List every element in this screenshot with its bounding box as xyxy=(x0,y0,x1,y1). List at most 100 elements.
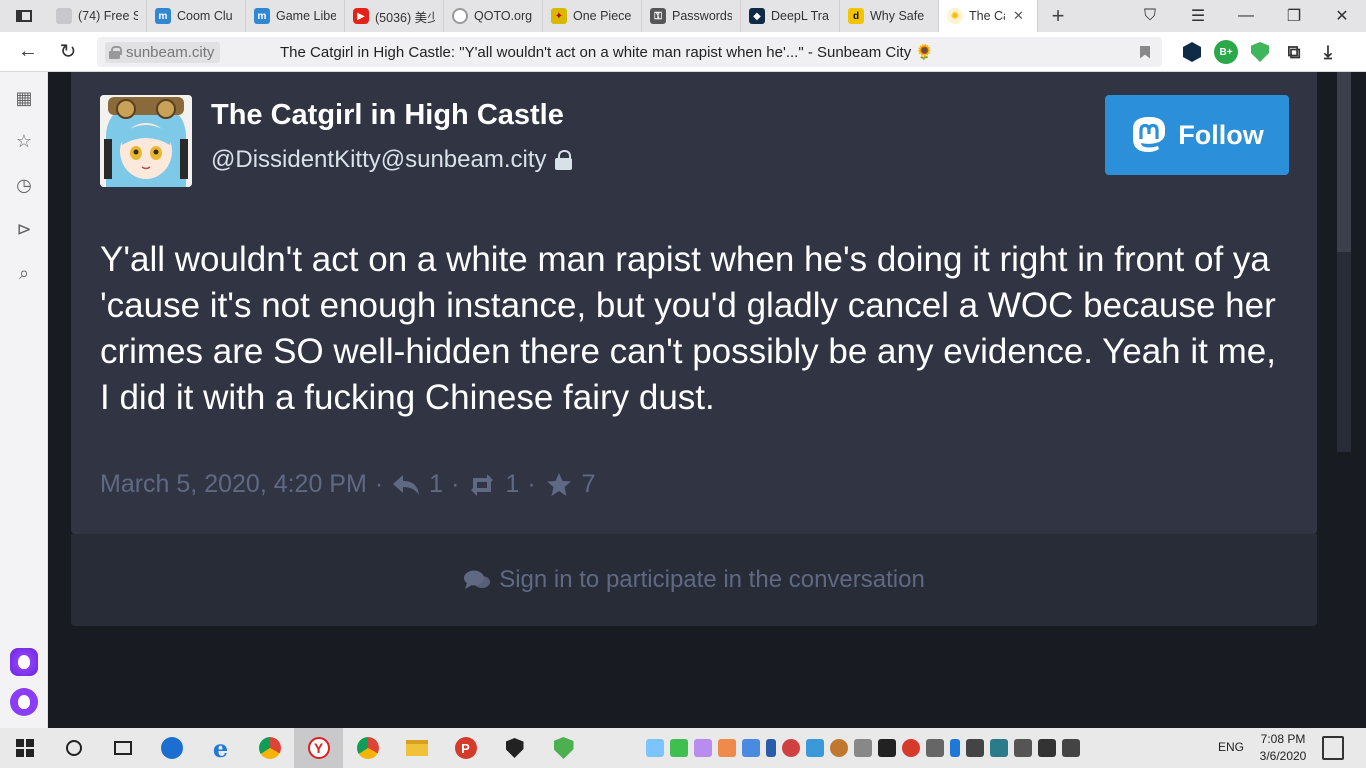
tray-shield-icon[interactable] xyxy=(878,739,896,757)
tab-label: The Ca xyxy=(969,9,1005,23)
address-bar[interactable]: sunbeam.city The Catgirl in High Castle:… xyxy=(97,37,1162,67)
task-view-icon[interactable] xyxy=(98,728,147,768)
yandex-browser-icon[interactable]: Y xyxy=(294,728,343,768)
clock[interactable]: 7:08 PM 3/6/2020 xyxy=(1257,731,1309,765)
meta-separator: · xyxy=(527,470,536,498)
boost-icon[interactable] xyxy=(467,472,497,498)
browser-tab-active[interactable]: ✺ The Ca ✕ xyxy=(939,0,1038,32)
bplus-extension-icon[interactable]: B+ xyxy=(1214,40,1238,64)
tray-app-icon[interactable] xyxy=(646,739,664,757)
star-icon[interactable]: ☆ xyxy=(12,129,36,153)
reload-icon[interactable]: ↻ xyxy=(48,32,88,72)
display-icon[interactable] xyxy=(1014,739,1032,757)
language-indicator[interactable]: ENG xyxy=(1218,740,1244,754)
scrollbar-track[interactable] xyxy=(1337,252,1351,452)
follow-label: Follow xyxy=(1178,119,1264,150)
alice-app-icon[interactable] xyxy=(10,648,38,676)
page-title: The Catgirl in High Castle: "Y'all would… xyxy=(280,44,935,61)
close-tab-icon[interactable]: ✕ xyxy=(1013,8,1024,24)
bookmark-icon[interactable] xyxy=(1140,45,1150,59)
comments-icon xyxy=(464,570,491,589)
sign-in-prompt[interactable]: Sign in to participate in the conversati… xyxy=(71,534,1317,626)
status-text: Y'all wouldn't act on a white man rapist… xyxy=(100,240,1276,417)
reply-icon[interactable] xyxy=(391,472,421,498)
tray-play-icon[interactable] xyxy=(670,739,688,757)
favourite-count: 7 xyxy=(581,470,596,498)
site-info-chip[interactable]: sunbeam.city xyxy=(105,41,221,63)
extension-icons: B+ ⧉ ⤓ xyxy=(1180,32,1340,72)
tray-wifi-icon[interactable] xyxy=(926,739,944,757)
window-controls: ⛉ ☰ — ❐ ✕ xyxy=(1126,0,1366,32)
browser-tab[interactable]: d Why Safe xyxy=(840,0,939,32)
battery-icon[interactable] xyxy=(966,739,984,757)
tab-label: (5036) 美少 xyxy=(375,10,435,25)
status-timestamp[interactable]: March 5, 2020, 4:20 PM xyxy=(100,470,367,499)
download-icon[interactable]: ⤓ xyxy=(1316,40,1340,64)
browser-tab[interactable]: m Coom Clu xyxy=(147,0,246,32)
chrome-icon[interactable] xyxy=(245,728,294,768)
search-circle-icon[interactable] xyxy=(49,728,98,768)
grid-icon[interactable]: ▦ xyxy=(12,86,36,110)
follow-button[interactable]: Follow xyxy=(1105,95,1289,175)
account-handle[interactable]: @DissidentKitty@sunbeam.city xyxy=(211,146,572,174)
browser-tab[interactable]: QOTO.org xyxy=(444,0,543,32)
play-circle-icon[interactable]: ⊳ xyxy=(12,217,36,241)
browser-tab[interactable]: ✦ One Piece xyxy=(543,0,642,32)
tray-psiphon-icon[interactable] xyxy=(902,739,920,757)
deepl-icon: ◆ xyxy=(749,8,765,24)
minimize-icon[interactable]: — xyxy=(1222,0,1270,32)
browser-tab[interactable]: ⚿ Passwords xyxy=(642,0,741,32)
pen-icon[interactable] xyxy=(1062,739,1080,757)
tray-app-icon[interactable] xyxy=(854,739,872,757)
tray-app-icon[interactable] xyxy=(830,739,848,757)
tray-app-icon[interactable] xyxy=(782,739,800,757)
tray-abc-icon[interactable] xyxy=(718,739,736,757)
avatar[interactable] xyxy=(100,95,192,187)
browser-tab[interactable]: m Game Libe xyxy=(246,0,345,32)
hexagon-extension-icon[interactable] xyxy=(1180,40,1204,64)
browser-tab[interactable]: ◆ DeepL Tra xyxy=(741,0,840,32)
mastodon-icon: m xyxy=(155,8,171,24)
alice-assistant-icon[interactable] xyxy=(10,688,38,716)
volume-icon[interactable] xyxy=(1038,739,1056,757)
back-arrow-icon[interactable]: ← xyxy=(8,32,48,72)
tray-image-icon[interactable] xyxy=(742,739,760,757)
close-window-icon[interactable]: ✕ xyxy=(1318,0,1366,32)
tab-label: DeepL Tra xyxy=(771,9,829,23)
restore-icon[interactable]: ❐ xyxy=(1270,0,1318,32)
history-clock-icon[interactable]: ◷ xyxy=(12,173,36,197)
shield-check-icon[interactable] xyxy=(1248,40,1272,64)
tray-app-icon[interactable] xyxy=(990,739,1008,757)
adguard-icon[interactable] xyxy=(539,728,588,768)
shield-app-icon[interactable] xyxy=(490,728,539,768)
boost-count: 1 xyxy=(505,470,520,498)
notification-icon[interactable] xyxy=(1322,736,1344,760)
file-explorer-icon[interactable] xyxy=(392,728,441,768)
qoto-icon xyxy=(452,8,468,24)
psiphon-icon[interactable]: P xyxy=(441,728,490,768)
star-icon[interactable] xyxy=(544,472,574,498)
chrome-icon-2[interactable] xyxy=(343,728,392,768)
sign-in-label: Sign in to participate in the conversati… xyxy=(499,566,925,593)
bluetooth-icon[interactable] xyxy=(950,739,960,757)
mastodon-logo-icon xyxy=(1133,117,1166,152)
pin-icon[interactable]: ⛉ xyxy=(1126,0,1174,32)
display-name[interactable]: The Catgirl in High Castle xyxy=(211,99,564,132)
tray-arrow-icon[interactable] xyxy=(766,739,776,757)
browser-tab[interactable]: (74) Free S xyxy=(48,0,147,32)
menu-icon[interactable]: ☰ xyxy=(1174,0,1222,32)
translate-icon[interactable]: ⧉ xyxy=(1282,40,1306,64)
lock-icon xyxy=(109,45,122,59)
tray-app-icon[interactable] xyxy=(694,739,712,757)
tray-app-icon[interactable] xyxy=(806,739,824,757)
page-search-icon[interactable]: ⌕ xyxy=(12,261,36,285)
navigation-bar: ← ↻ sunbeam.city The Catgirl in High Cas… xyxy=(0,32,1366,72)
windows-start-icon[interactable] xyxy=(0,728,49,768)
scrollbar-thumb[interactable] xyxy=(1337,72,1351,252)
windows-taskbar: e Y P ENG 7:08 PM 3/6/2020 xyxy=(0,728,1366,768)
power-app-icon[interactable] xyxy=(147,728,196,768)
edge-icon[interactable]: e xyxy=(196,728,245,768)
sidebar-toggle-button[interactable] xyxy=(0,0,48,32)
browser-tab[interactable]: ▶ (5036) 美少 xyxy=(345,0,444,32)
new-tab-button[interactable]: + xyxy=(1038,3,1078,29)
